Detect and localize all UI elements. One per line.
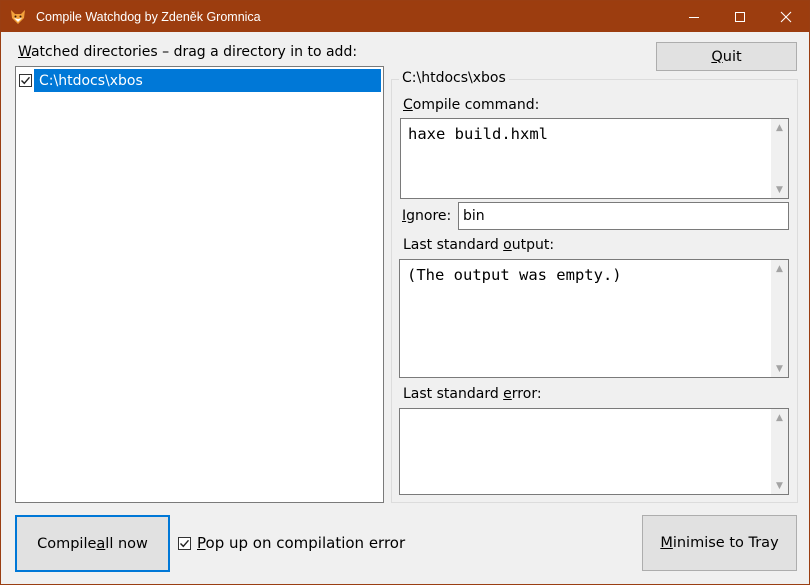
scroll-up-icon[interactable]: ▲ (771, 409, 788, 426)
group-title: C:\htdocs\xbos (399, 70, 509, 86)
stderr-field[interactable]: ▲ ▼ (399, 408, 789, 495)
scrollbar[interactable]: ▲ ▼ (771, 260, 788, 377)
minimize-button[interactable] (671, 1, 717, 32)
maximize-button[interactable] (717, 1, 763, 32)
app-window: Compile Watchdog by Zdeněk Gromnica Watc… (0, 0, 810, 585)
checkbox[interactable] (178, 536, 191, 550)
watched-directories-label: Watched directories – drag a directory i… (18, 44, 358, 60)
compile-command-label: Compile command: (403, 97, 540, 113)
minimise-to-tray-button[interactable]: Minimise to Tray (642, 515, 797, 571)
stderr-label: Last standard error: (403, 386, 542, 402)
scroll-down-icon[interactable]: ▼ (771, 181, 788, 198)
stdout-label: Last standard output: (403, 237, 555, 253)
scroll-up-icon[interactable]: ▲ (771, 260, 788, 277)
maximize-icon (735, 11, 745, 22)
compile-all-button[interactable]: Compile a ll now (15, 515, 170, 572)
minimize-icon (689, 16, 699, 18)
checkmark-icon (180, 539, 190, 547)
scrollbar[interactable]: ▲ ▼ (771, 409, 788, 494)
directory-path: C:\htdocs\xbos (34, 69, 381, 92)
ignore-field[interactable]: bin (458, 202, 789, 230)
close-icon (780, 11, 792, 22)
fox-icon (10, 9, 26, 25)
watched-directories-list[interactable]: C:\htdocs\xbos (15, 66, 384, 503)
compile-command-field[interactable]: haxe build.hxml ▲ ▼ (400, 118, 789, 199)
directory-checkbox[interactable] (19, 74, 32, 87)
stdout-field[interactable]: (The output was empty.) ▲ ▼ (399, 259, 789, 378)
close-button[interactable] (763, 1, 809, 32)
popup-on-error-label: Pop up on compilation error (197, 534, 406, 552)
scroll-down-icon[interactable]: ▼ (771, 360, 788, 377)
popup-on-error-checkbox[interactable]: Pop up on compilation error (177, 534, 405, 552)
list-item[interactable]: C:\htdocs\xbos (18, 69, 381, 92)
title-bar[interactable]: Compile Watchdog by Zdeněk Gromnica (1, 1, 809, 32)
quit-button[interactable]: Quit (656, 42, 797, 71)
window-title: Compile Watchdog by Zdeněk Gromnica (36, 9, 261, 24)
ignore-label: Ignore: (402, 208, 452, 224)
checkmark-icon (21, 76, 31, 85)
scroll-up-icon[interactable]: ▲ (771, 119, 788, 136)
scrollbar[interactable]: ▲ ▼ (771, 119, 788, 198)
scroll-down-icon[interactable]: ▼ (771, 477, 788, 494)
